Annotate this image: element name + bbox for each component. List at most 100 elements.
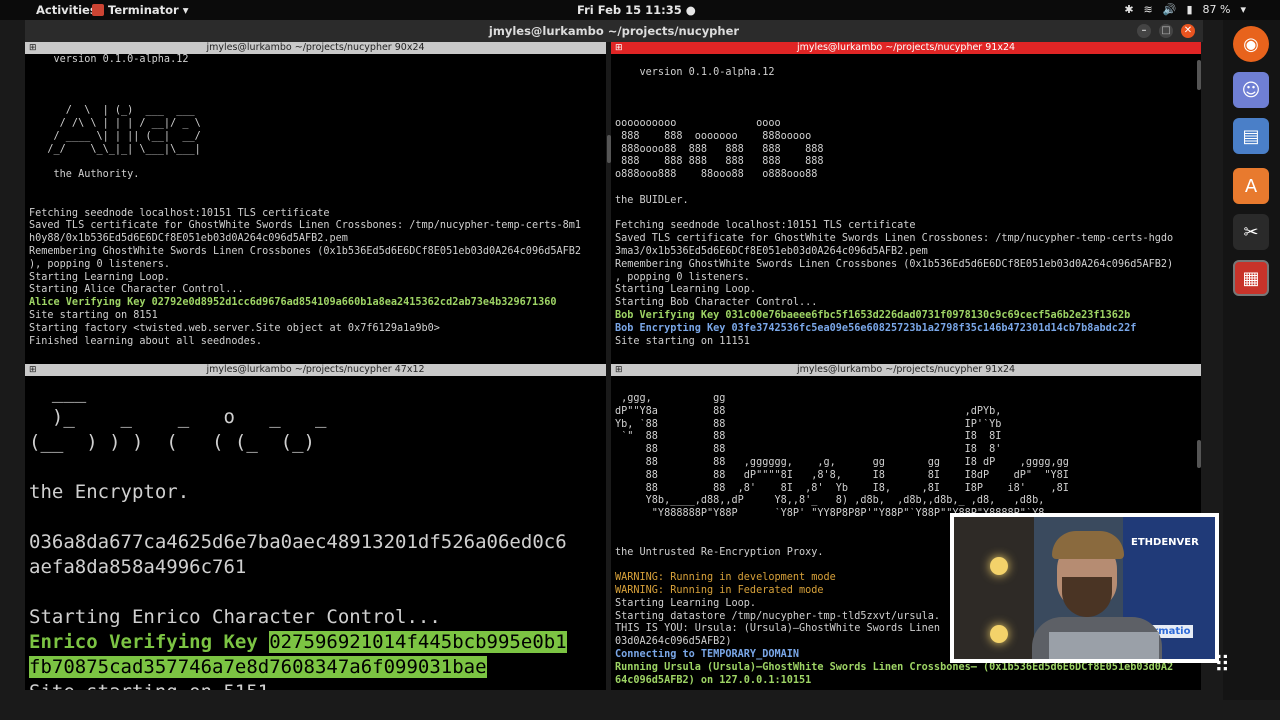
terminal-line: Site starting on 5151 bbox=[29, 680, 606, 690]
terminal-line: Saved TLS certificate for GhostWhite Swo… bbox=[615, 233, 1174, 245]
lamp-icon bbox=[990, 625, 1008, 643]
maximize-button[interactable]: □ bbox=[1159, 24, 1173, 38]
enrico-key-line: Enrico Verifying Key 027596921014f445bcb… bbox=[29, 630, 606, 655]
terminal-line: 88 88 dP""""8I ,8'8, I8 8I I8dP dP" "Y8I bbox=[615, 469, 1069, 481]
terminal-line: aefa8da858a4996c761 bbox=[29, 556, 247, 578]
terminal-line: 88 88 ,gggggg, ,g, gg gg I8 dP ,gggg,gg bbox=[615, 456, 1069, 468]
terminal-pane-alice[interactable]: ⊞ jmyles@lurkambo ~/projects/nucypher 90x… bbox=[25, 42, 606, 364]
window-titlebar[interactable]: jmyles@lurkambo ~/projects/nucypher – □ … bbox=[25, 20, 1203, 42]
wifi-icon: ≋ bbox=[1143, 3, 1153, 16]
activities-button[interactable]: Activities bbox=[36, 3, 97, 17]
terminal-pane-enrico[interactable]: ⊞ jmyles@lurkambo ~/projects/nucypher 47x… bbox=[25, 364, 606, 690]
terminator-icon[interactable]: ▦ bbox=[1233, 260, 1269, 296]
terminal-line: Bob Encrypting Key 03fe3742536fc5ea09e56… bbox=[615, 322, 1137, 334]
terminal-line: oooooooooo oooo bbox=[615, 117, 781, 129]
dock: ◉ ☺ ▤ A ✂ ▦ bbox=[1223, 20, 1280, 700]
pane-header-title: jmyles@lurkambo ~/projects/nucypher 90x2… bbox=[206, 42, 425, 53]
terminal-line: 888oooo88 888 888 888 888 bbox=[615, 143, 824, 155]
terminal-line: the BUIDLer. bbox=[615, 194, 689, 206]
enrico-key-value: fb70875cad357746a7e8d7608347a6f099031bae bbox=[29, 656, 487, 678]
laptop bbox=[1049, 632, 1159, 659]
terminal-output[interactable]: version 0.1.0-alpha.12 oooooooooo oooo 8… bbox=[611, 54, 1201, 364]
close-button[interactable]: ✕ bbox=[1181, 24, 1195, 38]
terminal-line: / /\ \ | | | / __|/ _ \ bbox=[29, 117, 201, 129]
pane-header-title: jmyles@lurkambo ~/projects/nucypher 91x2… bbox=[796, 42, 1016, 53]
clock[interactable]: Fri Feb 15 11:35 ● bbox=[577, 3, 696, 17]
pane-header-active: ⊞ jmyles@lurkambo ~/projects/nucypher 91x… bbox=[611, 42, 1201, 54]
terminator-app-icon bbox=[92, 4, 104, 16]
app-menu-label: Terminator bbox=[108, 3, 179, 17]
show-applications-icon[interactable]: ⠿ bbox=[1214, 653, 1242, 681]
lamp-icon bbox=[990, 557, 1008, 575]
terminal-line: )_ _ _ o _ _ bbox=[29, 406, 327, 428]
terminal-line: Starting Bob Character Control... bbox=[615, 297, 818, 309]
grid-icon: ⊞ bbox=[615, 365, 623, 375]
app-menu[interactable]: Terminator ▾ bbox=[92, 3, 189, 17]
terminal-line: version 0.1.0-alpha.12 bbox=[615, 66, 775, 78]
terminal-line: Remembering GhostWhite Swords Linen Cros… bbox=[29, 245, 582, 257]
minimize-button[interactable]: – bbox=[1137, 24, 1151, 38]
battery-icon: ▮ bbox=[1186, 3, 1193, 16]
enrico-key-line: fb70875cad357746a7e8d7608347a6f099031bae bbox=[29, 655, 606, 680]
terminal-line: 036a8da677ca4625d6e7ba0aec48913201df526a… bbox=[29, 531, 567, 553]
terminal-line: ___ bbox=[29, 381, 87, 403]
terminal-line: Saved TLS certificate for GhostWhite Swo… bbox=[29, 220, 582, 232]
terminal-line: Fetching seednode localhost:10151 TLS ce… bbox=[615, 220, 916, 232]
terminal-output[interactable]: ___ )_ _ _ o _ _ (__ ) ) ) ( ( (_ (_) the… bbox=[25, 380, 606, 690]
terminal-output[interactable]: version 0.1.0-alpha.12 / \ | (_) ___ ___… bbox=[25, 54, 606, 364]
terminal-line: Starting Alice Character Control... bbox=[29, 284, 244, 296]
terminal-line: Fetching seednode localhost:10151 TLS ce… bbox=[29, 207, 330, 219]
firefox-icon[interactable]: ◉ bbox=[1233, 26, 1269, 62]
terminal-line: Site starting on 8151 bbox=[29, 309, 158, 321]
terminal-line: Starting Learning Loop. bbox=[29, 271, 171, 283]
terminal-line: Starting Learning Loop. bbox=[615, 284, 757, 296]
discord-icon[interactable]: ☺ bbox=[1233, 72, 1269, 108]
terminal-line: Remembering GhostWhite Swords Linen Cros… bbox=[615, 258, 1174, 270]
window-title: jmyles@lurkambo ~/projects/nucypher bbox=[488, 24, 740, 38]
scrollbar[interactable] bbox=[1197, 60, 1201, 90]
terminal-line: 88 88 I8 8' bbox=[615, 444, 1002, 456]
terminal-line: the Encryptor. bbox=[29, 481, 190, 503]
terminal-line: ,ggg, gg bbox=[615, 393, 726, 404]
files-icon[interactable]: ▤ bbox=[1233, 118, 1269, 154]
webcam-overlay: ETHDENVER Formatio bbox=[950, 513, 1219, 663]
grid-icon: ⊞ bbox=[29, 365, 37, 375]
pane-header: ⊞ jmyles@lurkambo ~/projects/nucypher 90x… bbox=[25, 42, 606, 54]
terminal-line: , popping 0 listeners. bbox=[615, 271, 750, 283]
terminal-line: Bob Verifying Key 031c00e76baeee6fbc5f16… bbox=[615, 309, 1131, 321]
software-center-icon[interactable]: A bbox=[1233, 168, 1269, 204]
terminal-line: Yb, `88 88 IP'`Yb bbox=[615, 418, 1002, 430]
system-tray[interactable]: ✱ ≋ 🔊 ▮ 87 % ▾ bbox=[1124, 3, 1246, 16]
terminal-line: Site starting on 11151 bbox=[615, 335, 750, 347]
terminal-line: / \ | (_) ___ ___ bbox=[29, 105, 195, 117]
terminal-pane-bob[interactable]: ⊞ jmyles@lurkambo ~/projects/nucypher 91x… bbox=[611, 42, 1201, 364]
volume-icon: 🔊 bbox=[1162, 3, 1177, 16]
terminal-line: Alice Verifying Key 02792e0d8952d1cc6d96… bbox=[29, 297, 557, 309]
pane-header-title: jmyles@lurkambo ~/projects/nucypher 47x1… bbox=[206, 364, 425, 375]
terminal-line: Starting Enrico Character Control... bbox=[29, 606, 441, 628]
terminal-line: 64c096d5AFB2) on 127.0.0.1:10151 bbox=[615, 674, 812, 686]
terminal-line: Y8b,____,d88,,dP Y8,,8'_ 8) ,d8b, ,d8b,,… bbox=[615, 495, 1045, 507]
terminal-line: Starting factory <twisted.web.server.Sit… bbox=[29, 322, 440, 334]
scrollbar[interactable] bbox=[1197, 440, 1201, 468]
pane-header: ⊞ jmyles@lurkambo ~/projects/nucypher 47x… bbox=[25, 364, 606, 376]
enrico-key-label: Enrico Verifying Key bbox=[29, 631, 270, 653]
terminal-line: version 0.1.0-alpha.12 bbox=[29, 54, 189, 65]
top-bar: Activities Terminator ▾ Fri Feb 15 11:35… bbox=[0, 0, 1280, 20]
clock-text: Fri Feb 15 11:35 bbox=[577, 3, 682, 17]
terminal-line: `" 88 88 I8 8I bbox=[615, 431, 1002, 443]
settings-tools-icon[interactable]: ✂ bbox=[1233, 214, 1269, 250]
